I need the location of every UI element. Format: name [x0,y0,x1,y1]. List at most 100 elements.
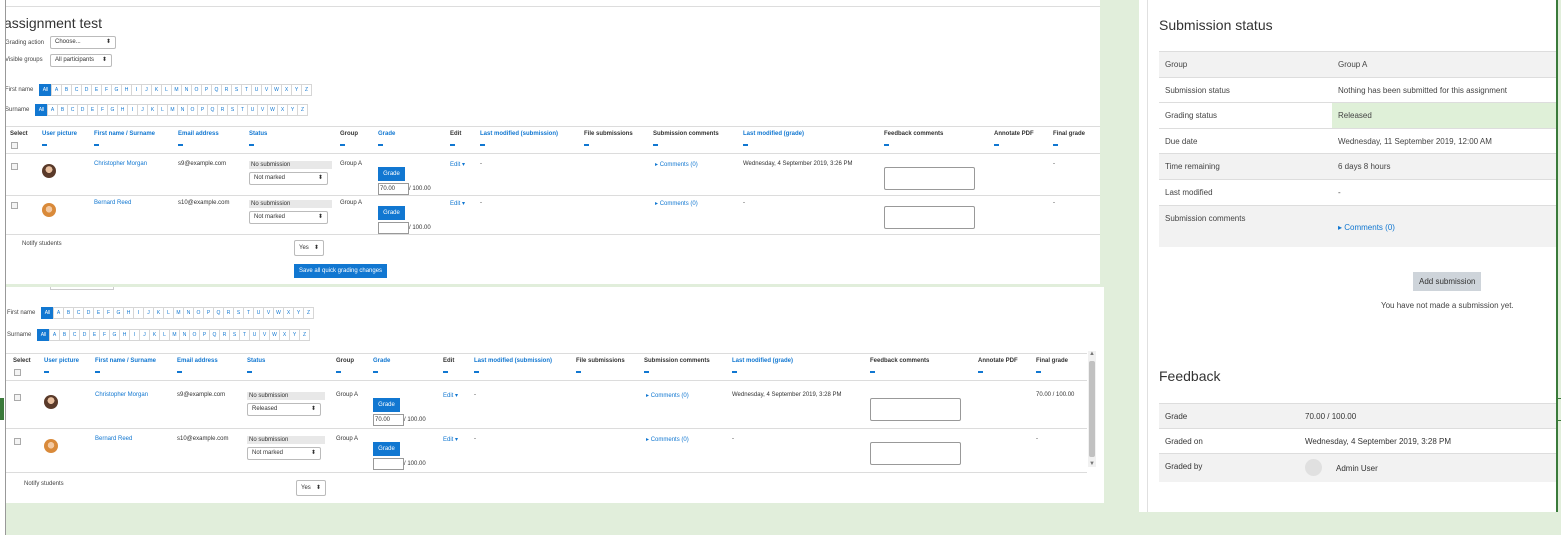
select-all-checkbox[interactable] [14,369,21,376]
user-name-link[interactable]: Bernard Reed [94,200,131,206]
submission-comments-link[interactable]: ▸ Comments (0) [646,392,689,399]
col-header-email[interactable]: Email address [178,131,219,137]
col-header-last-modified-grade[interactable]: Last modified (grade) [732,358,793,364]
grade-max: / 100.00 [409,225,431,231]
header-bottom-rule [5,380,1087,381]
status-row-value: - [1338,188,1341,197]
col-header-user-picture[interactable]: User picture [42,131,77,137]
status-row-label: Due date [1165,136,1198,146]
submission-status-badge: No submission [249,200,332,208]
submission-comments-link[interactable]: ▸ Comments (0) [1338,223,1395,232]
grading-panel-bottom: First name All A B C D E F G H I J K L M N O P Q R S T U V W X Y Z… [0,287,1104,503]
col-header-name[interactable]: First name / Surname [94,131,155,137]
select-all-checkbox[interactable] [11,142,18,149]
add-submission-button[interactable]: Add submission [1413,272,1482,291]
row-select-checkbox[interactable] [11,163,18,170]
select-caret-icon: ⬍ [310,450,316,456]
submission-status-badge: No submission [247,392,325,400]
edit-label: Edit [450,162,461,168]
grade-button[interactable]: Grade [373,398,400,412]
marking-workflow-select[interactable]: Not marked ⬍ [249,211,328,224]
marking-workflow-select[interactable]: Not marked ⬍ [249,172,328,185]
ruler-marker [0,398,4,420]
feedback-comments-textarea[interactable] [870,442,961,465]
edit-menu[interactable]: Edit ▾ [450,161,465,168]
feedback-comments-textarea[interactable] [884,167,975,190]
col-header-email[interactable]: Email address [177,358,218,364]
marking-workflow-value: Released [252,406,278,412]
col-header-grade[interactable]: Grade [373,358,390,364]
no-submission-message: You have not made a submission yet. [1381,301,1514,310]
grade-button[interactable]: Grade [378,167,405,181]
grade-input[interactable]: 70.00 [378,183,409,195]
notify-students-select[interactable]: Yes ⬍ [296,480,326,496]
scroll-down-icon[interactable]: ▼ [1088,461,1096,467]
col-header-edit: Edit [450,131,462,137]
col-header-feedback-comments: Feedback comments [870,358,930,364]
edit-label: Edit [443,393,454,399]
col-header-user-picture[interactable]: User picture [44,358,79,364]
table-scrollbar[interactable]: ▲ ▼ [1088,351,1096,467]
header-rule [5,353,1087,354]
grade-input[interactable] [378,222,409,234]
edit-menu[interactable]: Edit ▾ [450,200,465,207]
user-email: s9@example.com [177,392,226,398]
scroll-up-icon[interactable]: ▲ [1088,351,1096,357]
select-caret-icon: ⬍ [317,214,323,220]
submission-status-panel: Submission status Group Group A Submission… [1139,0,1558,512]
col-header-feedback-comments: Feedback comments [884,131,944,137]
submission-status-row: Group Group A [1159,51,1558,78]
user-name-link[interactable]: Christopher Morgan [95,392,148,398]
marking-workflow-select[interactable]: Released ⬍ [247,403,321,416]
sort-dash-icon [1053,144,1058,146]
feedback-row-graded-by: Graded by Admin User [1159,453,1558,482]
col-header-name[interactable]: First name / Surname [95,358,156,364]
submission-comments-link[interactable]: ▸ Comments (0) [655,161,698,168]
col-header-status[interactable]: Status [247,358,265,364]
user-name-link[interactable]: Bernard Reed [95,436,132,442]
row-select-checkbox[interactable] [11,202,18,209]
col-header-submission-comments: Submission comments [653,131,719,137]
row-select-checkbox[interactable] [14,394,21,401]
last-modified-grade: - [743,200,745,206]
edit-menu[interactable]: Edit ▾ [443,392,458,399]
feedback-comments-textarea[interactable] [870,398,961,421]
col-header-last-modified-submission[interactable]: Last modified (submission) [480,131,558,137]
edit-menu[interactable]: Edit ▾ [443,436,458,443]
feedback-comments-textarea[interactable] [884,206,975,229]
final-grade: 70.00 / 100.00 [1036,392,1075,398]
left-ruler [0,0,6,535]
grade-button[interactable]: Grade [378,206,405,220]
grade-button[interactable]: Grade [373,442,400,456]
user-name-link[interactable]: Christopher Morgan [94,161,147,167]
sort-dash-icon [653,144,658,146]
sort-dash-icon [247,371,252,373]
save-quick-grading-button[interactable]: Save all quick grading changes [294,264,388,278]
notify-students-select[interactable]: Yes ⬍ [294,240,324,256]
sort-dash-icon [994,144,999,146]
col-header-grade[interactable]: Grade [378,131,395,137]
submission-comments-link[interactable]: ▸ Comments (0) [646,436,689,443]
submission-comments-link[interactable]: ▸ Comments (0) [655,200,698,207]
user-avatar [44,439,58,453]
status-row-label: Grading status [1165,111,1218,121]
sort-dash-icon [644,371,649,373]
col-header-file-submissions: File submissions [584,131,633,137]
sort-dash-icon [177,371,182,373]
grade-input[interactable]: 70.00 [373,414,404,426]
col-header-final-grade: Final grade [1036,358,1069,364]
col-header-last-modified-grade[interactable]: Last modified (grade) [743,131,804,137]
col-header-status[interactable]: Status [249,131,267,137]
col-header-last-modified-submission[interactable]: Last modified (submission) [474,358,552,364]
scrollbar-thumb[interactable] [1089,361,1095,457]
row-rule [5,472,1087,473]
marking-workflow-select[interactable]: Not marked ⬍ [247,447,321,460]
sort-dash-icon [340,144,345,146]
col-header-select: Select [10,131,28,137]
header-rule [5,126,1100,127]
status-row-label: Group [1165,60,1188,69]
grade-input[interactable] [373,458,404,470]
grading-table-2: Select User picture First name / Surname Em… [0,287,1104,503]
comments-label: Comments (0) [650,393,689,399]
row-select-checkbox[interactable] [14,438,21,445]
